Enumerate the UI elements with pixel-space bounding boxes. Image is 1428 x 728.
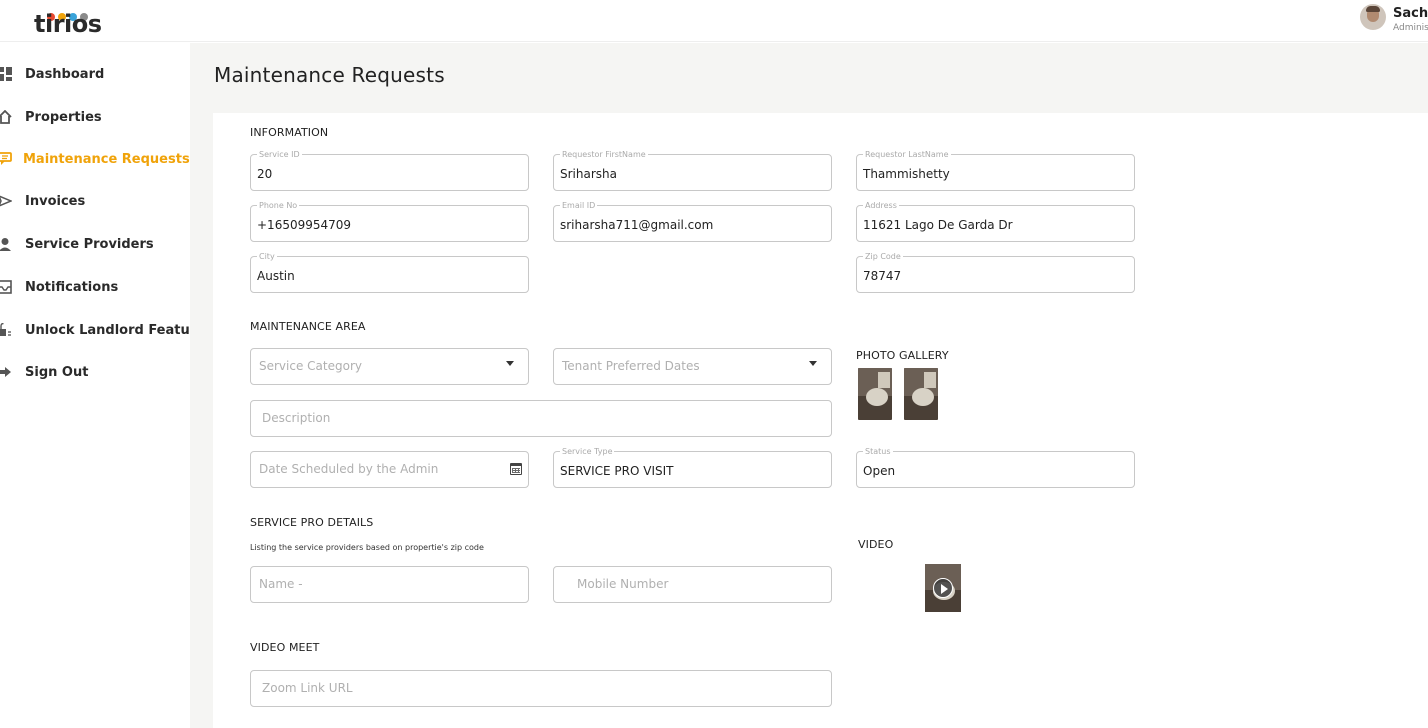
sidebar-item-service-providers[interactable]: Service Providers [0, 231, 190, 257]
service-pro-name-field[interactable]: Name - [250, 566, 529, 603]
status-label: Status [863, 447, 893, 456]
sidebar-item-label: Invoices [25, 193, 86, 209]
service-id-value: 20 [257, 167, 273, 181]
date-scheduled-field[interactable]: Date Scheduled by the Admin [250, 451, 529, 488]
sidebar-item-properties[interactable]: Properties [0, 104, 190, 130]
inbox-icon [0, 279, 13, 295]
mobile-number-field[interactable]: Mobile Number [553, 566, 832, 603]
last-name-value: Thammishetty [863, 167, 950, 181]
sidebar-item-label: Unlock Landlord Feature [25, 322, 205, 338]
video-label: VIDEO [858, 538, 894, 551]
date-scheduled-placeholder: Date Scheduled by the Admin [259, 462, 439, 476]
email-value: sriharsha711@gmail.com [560, 218, 714, 232]
city-label: City [257, 252, 277, 261]
chevron-down-icon [809, 361, 817, 366]
preferred-dates-placeholder: Tenant Preferred Dates [562, 359, 700, 373]
sign-out-icon [0, 364, 13, 380]
zoom-link-placeholder: Zoom Link URL [262, 681, 353, 695]
gallery-photo[interactable] [858, 368, 892, 420]
mobile-number-placeholder: Mobile Number [577, 577, 669, 591]
information-section-label: INFORMATION [250, 126, 329, 139]
avatar[interactable] [1360, 4, 1386, 30]
zip-code-value: 78747 [863, 269, 902, 283]
service-id-label: Service ID [257, 150, 302, 159]
user-role: Adminis [1393, 23, 1428, 33]
dashboard-icon [0, 66, 13, 82]
home-icon [0, 109, 13, 125]
service-id-field[interactable]: Service ID 20 [250, 150, 529, 191]
sidebar-item-label: Notifications [25, 279, 119, 295]
last-name-field[interactable]: Requestor LastName Thammishetty [856, 150, 1135, 191]
sidebar: Dashboard Properties Maintenance Request… [0, 43, 205, 728]
service-pro-name-placeholder: Name - [259, 577, 303, 591]
service-pro-hint: Listing the service providers based on p… [250, 543, 484, 552]
sidebar-item-label: Properties [25, 109, 102, 125]
sidebar-item-dashboard[interactable]: Dashboard [0, 61, 190, 87]
phone-field[interactable]: Phone No +16509954709 [250, 201, 529, 242]
maintenance-area-section-label: MAINTENANCE AREA [250, 320, 366, 333]
service-type-label: Service Type [560, 447, 615, 456]
send-icon [0, 193, 13, 209]
sidebar-item-label: Dashboard [25, 66, 105, 82]
description-field[interactable]: Description [250, 400, 832, 437]
request-form-card: INFORMATION Service ID 20 Requestor Firs… [213, 113, 1428, 728]
sidebar-item-label: Service Providers [25, 236, 154, 252]
sidebar-item-invoices[interactable]: Invoices [0, 188, 190, 214]
main-content: Maintenance Requests INFORMATION Service… [190, 43, 1428, 728]
service-type-value: SERVICE PRO VISIT [560, 464, 674, 478]
page-title: Maintenance Requests [214, 63, 445, 87]
sidebar-item-label: Maintenance Requests [23, 151, 190, 167]
sidebar-item-notifications[interactable]: Notifications [0, 274, 190, 300]
play-icon[interactable] [933, 578, 953, 598]
first-name-label: Requestor FirstName [560, 150, 648, 159]
unlock-icon [0, 322, 13, 338]
city-field[interactable]: City Austin [250, 252, 529, 293]
calendar-icon[interactable] [510, 463, 522, 475]
description-placeholder: Description [262, 411, 331, 425]
user-menu[interactable]: Sachi Adminis [1360, 4, 1428, 36]
zip-code-label: Zip Code [863, 252, 903, 261]
email-field[interactable]: Email ID sriharsha711@gmail.com [553, 201, 832, 242]
chevron-down-icon [506, 361, 514, 366]
sidebar-item-unlock-landlord-feature[interactable]: Unlock Landlord Feature [0, 317, 205, 343]
gallery-photo[interactable] [904, 368, 938, 420]
zoom-link-field[interactable]: Zoom Link URL [250, 670, 832, 707]
sidebar-item-label: Sign Out [25, 364, 89, 380]
phone-label: Phone No [257, 201, 300, 210]
service-type-field[interactable]: Service Type SERVICE PRO VISIT [553, 447, 832, 488]
user-name: Sachi [1393, 6, 1428, 21]
chat-icon [0, 151, 13, 167]
person-icon [0, 236, 13, 252]
first-name-field[interactable]: Requestor FirstName Sriharsha [553, 150, 832, 191]
video-meet-section-label: VIDEO MEET [250, 641, 320, 654]
status-field[interactable]: Status Open [856, 447, 1135, 488]
service-category-select[interactable]: Service Category [250, 348, 529, 385]
logo-text: tirios [34, 10, 102, 38]
service-category-placeholder: Service Category [259, 359, 362, 373]
last-name-label: Requestor LastName [863, 150, 951, 159]
tirios-logo[interactable]: tirios [34, 4, 104, 38]
city-value: Austin [257, 269, 295, 283]
phone-value: +16509954709 [257, 218, 352, 232]
preferred-dates-select[interactable]: Tenant Preferred Dates [553, 348, 832, 385]
service-pro-section-label: SERVICE PRO DETAILS [250, 516, 374, 529]
first-name-value: Sriharsha [560, 167, 617, 181]
address-label: Address [863, 201, 899, 210]
sidebar-item-sign-out[interactable]: Sign Out [0, 359, 190, 385]
address-value: 11621 Lago De Garda Dr [863, 218, 1013, 232]
status-value: Open [863, 464, 896, 478]
video-thumbnail[interactable] [925, 564, 961, 612]
zip-code-field[interactable]: Zip Code 78747 [856, 252, 1135, 293]
address-field[interactable]: Address 11621 Lago De Garda Dr [856, 201, 1135, 242]
photo-gallery-label: PHOTO GALLERY [856, 349, 949, 362]
sidebar-item-maintenance-requests[interactable]: Maintenance Requests [0, 146, 190, 172]
email-label: Email ID [560, 201, 598, 210]
top-bar: tirios Sachi Adminis [0, 0, 1428, 42]
